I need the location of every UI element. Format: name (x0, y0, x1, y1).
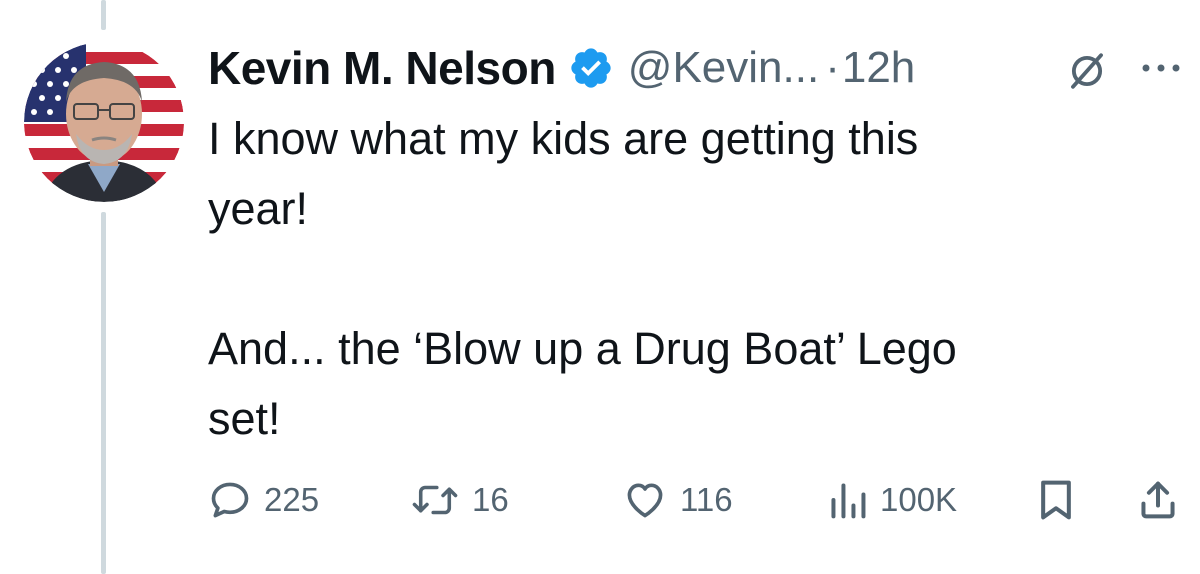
reply-count: 225 (264, 481, 320, 518)
like-button[interactable]: 116 (622, 468, 733, 532)
share-button[interactable] (1138, 468, 1178, 532)
like-count: 116 (680, 481, 733, 518)
tweet-text-line: I know what my kids are getting this (208, 113, 919, 164)
tweet-text: I know what my kids are getting this yea… (208, 104, 1168, 454)
tweet-actions: 225 16 116 100K (0, 468, 1200, 532)
bookmark-icon (1041, 480, 1071, 520)
reply-icon (211, 482, 249, 518)
thread-line-top (101, 0, 106, 30)
views-button[interactable]: 100K (828, 468, 957, 532)
tweet-text-line: And... the ‘Blow up a Drug Boat’ Lego (208, 323, 957, 374)
timestamp[interactable]: 12h (842, 43, 915, 93)
verified-badge-icon[interactable] (568, 45, 614, 91)
more-icon[interactable] (1138, 58, 1184, 78)
tweet-text-line: set! (208, 393, 281, 444)
reply-button[interactable]: 225 (208, 468, 319, 532)
share-icon (1141, 481, 1175, 519)
avatar[interactable] (24, 42, 184, 202)
repost-count: 16 (472, 481, 509, 518)
tweet-text-line: year! (208, 183, 309, 234)
repost-button[interactable]: 16 (410, 468, 509, 532)
bookmark-button[interactable] (1036, 468, 1076, 532)
like-icon (627, 483, 663, 518)
time-separator: · (825, 43, 840, 92)
views-count: 100K (880, 481, 958, 518)
author-name[interactable]: Kevin M. Nelson (208, 41, 556, 95)
tweet-header: Kevin M. Nelson @Kevin... · 12h (208, 38, 915, 98)
author-handle[interactable]: @Kevin... (628, 43, 819, 93)
grok-icon[interactable] (1066, 50, 1108, 92)
repost-icon (412, 485, 458, 515)
views-icon (831, 483, 866, 519)
